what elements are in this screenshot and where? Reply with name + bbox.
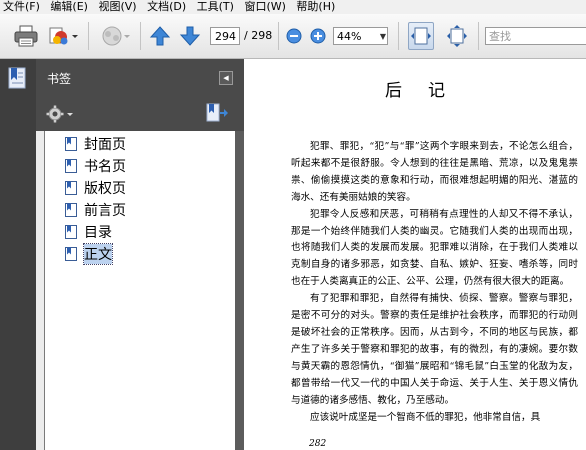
menu-view[interactable]: 视图(V) bbox=[95, 0, 140, 14]
zoom-select[interactable]: 44% ▼ bbox=[333, 27, 388, 45]
bookmarks-panel-header: 书签 ◀ bbox=[36, 59, 236, 97]
page-total: / 298 bbox=[244, 29, 273, 42]
document-page[interactable]: 后记 犯罪、罪犯，“犯”与“罪”这两个字眼来到去，不论怎么组合，听起来都不是很舒… bbox=[244, 59, 586, 450]
document-title: 后记 bbox=[385, 81, 471, 101]
expand-bookmark-icon bbox=[206, 103, 228, 122]
menu-window[interactable]: 窗口(W) bbox=[241, 0, 289, 14]
paragraph: 应该说叶成坚是一个智商不低的罪犯，他非常自信，具 bbox=[310, 411, 541, 423]
options-gear-icon bbox=[46, 105, 73, 123]
zoom-out-icon bbox=[286, 28, 302, 44]
page-number-input[interactable]: 294 bbox=[210, 27, 240, 45]
bookmark-label: 版权页 bbox=[84, 181, 126, 197]
printer-icon bbox=[14, 25, 38, 47]
toolbar: 294 / 298 44% ▼ 查找 bbox=[0, 14, 586, 59]
bookmark-icon bbox=[65, 247, 77, 261]
menu-help[interactable]: 帮助(H) bbox=[293, 0, 339, 14]
menu-tools[interactable]: 工具(T) bbox=[194, 0, 238, 14]
bookmark-item[interactable]: 前言页 bbox=[65, 200, 126, 220]
bookmark-item-selected[interactable]: 正文 bbox=[65, 243, 113, 265]
print-button[interactable] bbox=[12, 22, 40, 50]
zoom-out-button[interactable] bbox=[285, 22, 303, 50]
panel-title: 书签 bbox=[47, 72, 72, 86]
options-menu-button[interactable] bbox=[46, 105, 76, 123]
document-body: 犯罪、罪犯，“犯”与“罪”这两个字眼来到去，不论怎么组合，听起来都不是很舒服。令… bbox=[291, 139, 578, 426]
create-pdf-icon bbox=[49, 27, 78, 45]
collapse-panel-button[interactable]: ◀ bbox=[219, 71, 233, 85]
bookmark-label: 正文 bbox=[83, 243, 113, 265]
bookmark-icon bbox=[65, 159, 77, 173]
expand-bookmark-button[interactable] bbox=[206, 103, 228, 123]
bookmark-item[interactable]: 封面页 bbox=[65, 134, 126, 154]
collaborate-button[interactable] bbox=[98, 22, 132, 50]
fit-width-button[interactable] bbox=[408, 22, 434, 50]
menu-document[interactable]: 文档(D) bbox=[144, 0, 190, 14]
bookmark-item[interactable]: 版权页 bbox=[65, 178, 126, 198]
menu-edit[interactable]: 编辑(E) bbox=[47, 0, 92, 14]
bookmark-icon bbox=[65, 203, 77, 217]
bookmark-label: 目录 bbox=[84, 225, 112, 241]
search-input[interactable]: 查找 bbox=[485, 27, 586, 45]
chevron-down-icon: ▼ bbox=[379, 32, 386, 41]
bookmark-icon bbox=[65, 181, 77, 195]
bookmark-label: 前言页 bbox=[84, 203, 126, 219]
bookmark-item[interactable]: 书名页 bbox=[65, 156, 126, 176]
paragraph: 有了犯罪和罪犯，自然得有捕快、侦探、警察。警察与罪犯，是密不可分的对头。警察的责… bbox=[291, 293, 578, 406]
bookmark-label: 书名页 bbox=[84, 159, 126, 175]
fit-page-icon bbox=[447, 25, 467, 47]
prev-page-icon bbox=[149, 26, 171, 46]
bookmark-tree: 封面页 书名页 版权页 前言页 目录 正文 bbox=[44, 131, 235, 450]
menu-file[interactable]: 文件(F) bbox=[0, 0, 44, 14]
create-pdf-button[interactable] bbox=[46, 22, 80, 50]
paragraph: 犯罪令人反感和厌恶，可稍稍有点理性的人却又不得不承认，那是一个始终伴随我们人类的… bbox=[291, 208, 578, 288]
bookmark-item[interactable]: 目录 bbox=[65, 222, 112, 242]
bookmark-icon bbox=[65, 137, 77, 151]
next-page-button[interactable] bbox=[178, 22, 202, 50]
collaborate-icon bbox=[102, 26, 130, 46]
bookmark-label: 封面页 bbox=[84, 137, 126, 153]
paragraph: 犯罪、罪犯，“犯”与“罪”这两个字眼来到去，不论怎么组合，听起来都不是很舒服。令… bbox=[291, 141, 578, 203]
page-number: 282 bbox=[309, 439, 327, 449]
bookmarks-icon[interactable] bbox=[8, 67, 26, 89]
zoom-in-icon bbox=[310, 28, 326, 44]
zoom-in-button[interactable] bbox=[309, 22, 327, 50]
bookmark-icon bbox=[65, 225, 77, 239]
previous-page-button[interactable] bbox=[148, 22, 172, 50]
bookmarks-toolbar bbox=[36, 97, 236, 131]
menu-bar: 文件(F) 编辑(E) 视图(V) 文档(D) 工具(T) 窗口(W) 帮助(H… bbox=[0, 0, 586, 14]
fit-page-button[interactable] bbox=[444, 22, 470, 50]
zoom-value: 44% bbox=[337, 30, 362, 43]
next-page-icon bbox=[179, 26, 201, 46]
fit-width-icon bbox=[411, 27, 431, 45]
panel-splitter[interactable] bbox=[234, 131, 244, 450]
navigation-rail bbox=[0, 59, 36, 450]
